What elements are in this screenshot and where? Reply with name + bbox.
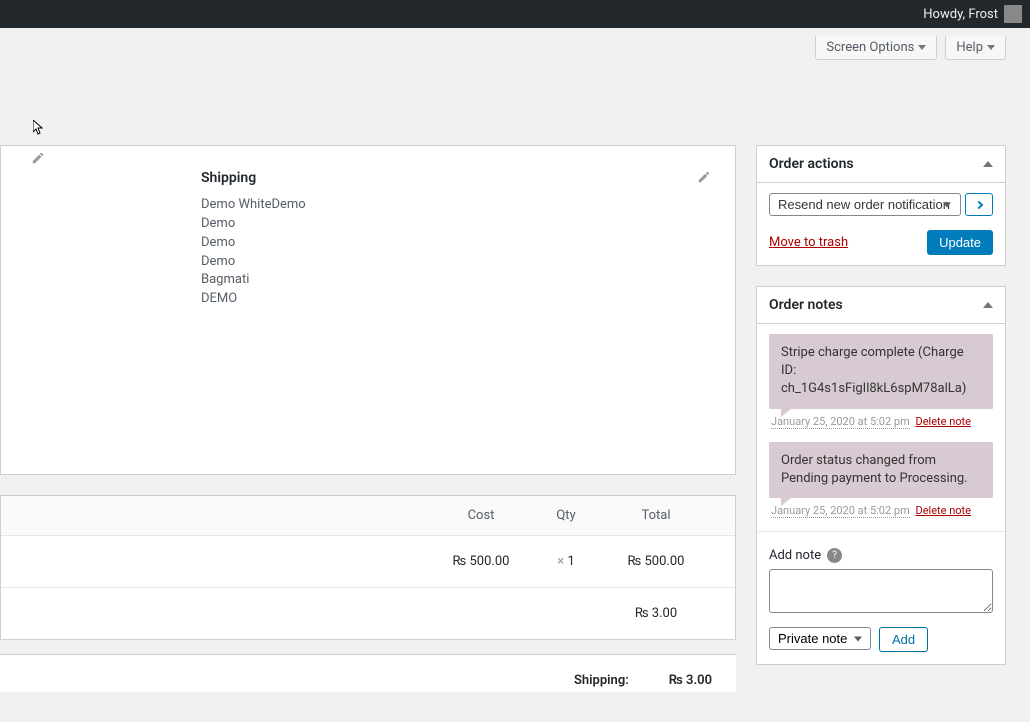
pencil-icon[interactable] [697, 170, 711, 188]
col-qty-header: Qty [531, 508, 601, 523]
update-button[interactable]: Update [927, 230, 993, 255]
note-type-select[interactable]: Private note [769, 627, 871, 650]
totals-value: ₨ 3.00 [669, 673, 712, 688]
item-total: ₨ 500.00 [601, 554, 711, 569]
chevron-down-icon [918, 45, 926, 50]
help-icon[interactable]: ? [827, 548, 842, 563]
add-note-section: Add note ? Private note Add [757, 531, 1005, 664]
panel-title: Order notes [769, 297, 843, 313]
shipping-panel: Shipping Demo WhiteDemo Demo Demo Demo B… [0, 145, 736, 475]
note-meta: January 25, 2020 at 5:02 pm Delete note [769, 415, 993, 428]
order-note: Order status changed from Pending paymen… [769, 442, 993, 498]
chevron-right-icon [975, 200, 983, 208]
screen-options-button[interactable]: Screen Options [815, 36, 937, 60]
delete-note-link[interactable]: Delete note [915, 415, 971, 428]
shipping-address: Demo WhiteDemo Demo Demo Demo Bagmati DE… [201, 196, 711, 309]
note-timestamp: January 25, 2020 at 5:02 pm [771, 504, 910, 518]
item-cost: ₨ 500.00 [431, 554, 531, 569]
help-button[interactable]: Help [945, 36, 1006, 60]
collapse-icon[interactable] [983, 161, 993, 167]
admin-bar: Howdy, Frost [0, 0, 1030, 28]
greeting-text[interactable]: Howdy, Frost [923, 7, 998, 22]
order-totals: Shipping: ₨ 3.00 [0, 654, 736, 692]
collapse-icon[interactable] [983, 302, 993, 308]
table-row: ₨ 500.00 × 1 ₨ 500.00 [1, 536, 735, 588]
note-text: Stripe charge complete (Charge ID: ch_1G… [781, 345, 966, 396]
note-text: Order status changed from Pending paymen… [781, 453, 968, 486]
chevron-down-icon [987, 45, 995, 50]
order-notes-panel: Order notes Stripe charge complete (Char… [756, 286, 1006, 665]
pencil-icon[interactable] [31, 151, 45, 169]
move-to-trash-link[interactable]: Move to trash [769, 235, 848, 250]
help-label: Help [956, 40, 983, 55]
cursor-icon [33, 120, 45, 136]
add-note-label: Add note [769, 548, 821, 563]
panel-title: Order actions [769, 156, 854, 172]
address-line: Demo [201, 253, 711, 272]
address-line: Demo [201, 215, 711, 234]
top-options: Screen Options Help [0, 28, 1030, 60]
shipping-row-total: ₨ 3.00 [601, 606, 711, 621]
note-meta: January 25, 2020 at 5:02 pm Delete note [769, 504, 993, 517]
address-line: Bagmati [201, 271, 711, 290]
avatar[interactable] [1004, 5, 1022, 23]
address-line: Demo [201, 234, 711, 253]
run-action-button[interactable] [965, 193, 993, 216]
order-action-select[interactable]: Resend new order notification [769, 193, 961, 216]
order-items-table: Cost Qty Total ₨ 500.00 × 1 ₨ 500.00 ₨ 3… [0, 495, 736, 640]
item-qty: × 1 [531, 554, 601, 569]
screen-options-label: Screen Options [826, 40, 914, 55]
delete-note-link[interactable]: Delete note [915, 504, 971, 517]
col-total-header: Total [601, 508, 711, 523]
totals-label: Shipping: [574, 673, 629, 688]
shipping-row: ₨ 3.00 [1, 588, 735, 639]
address-line: Demo WhiteDemo [201, 196, 711, 215]
add-note-button[interactable]: Add [879, 627, 928, 652]
col-cost-header: Cost [431, 508, 531, 523]
panel-header[interactable]: Order notes [757, 287, 1005, 324]
table-header: Cost Qty Total [1, 496, 735, 536]
note-textarea[interactable] [769, 569, 993, 613]
panel-header[interactable]: Order actions [757, 146, 1005, 183]
address-line: DEMO [201, 290, 711, 309]
order-actions-panel: Order actions Resend new order notificat… [756, 145, 1006, 266]
note-timestamp: January 25, 2020 at 5:02 pm [771, 415, 910, 429]
shipping-heading: Shipping [201, 170, 711, 186]
order-note: Stripe charge complete (Charge ID: ch_1G… [769, 334, 993, 409]
